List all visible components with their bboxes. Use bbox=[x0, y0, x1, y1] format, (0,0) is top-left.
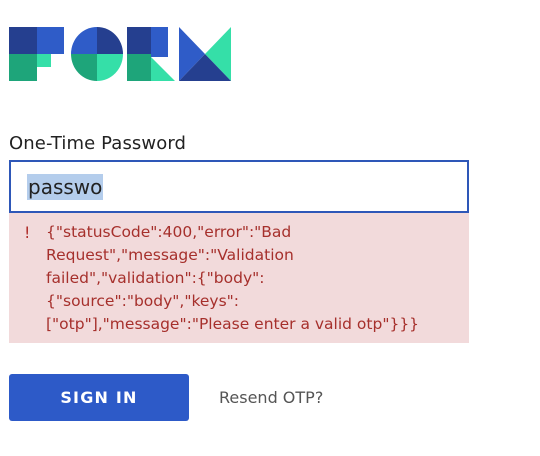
resend-otp-link[interactable]: Resend OTP? bbox=[219, 388, 323, 407]
otp-input-value[interactable]: passwo bbox=[27, 173, 104, 200]
error-message-box: ! {"statusCode":400,"error":"Bad Request… bbox=[9, 213, 469, 343]
otp-label: One-Time Password bbox=[9, 133, 187, 154]
form-logo bbox=[9, 27, 231, 81]
sign-in-button[interactable]: SIGN IN bbox=[9, 374, 189, 421]
error-message-text: {"statusCode":400,"error":"Bad Request",… bbox=[46, 223, 420, 333]
otp-input[interactable]: passwo bbox=[9, 160, 469, 213]
error-icon: ! bbox=[24, 223, 31, 242]
